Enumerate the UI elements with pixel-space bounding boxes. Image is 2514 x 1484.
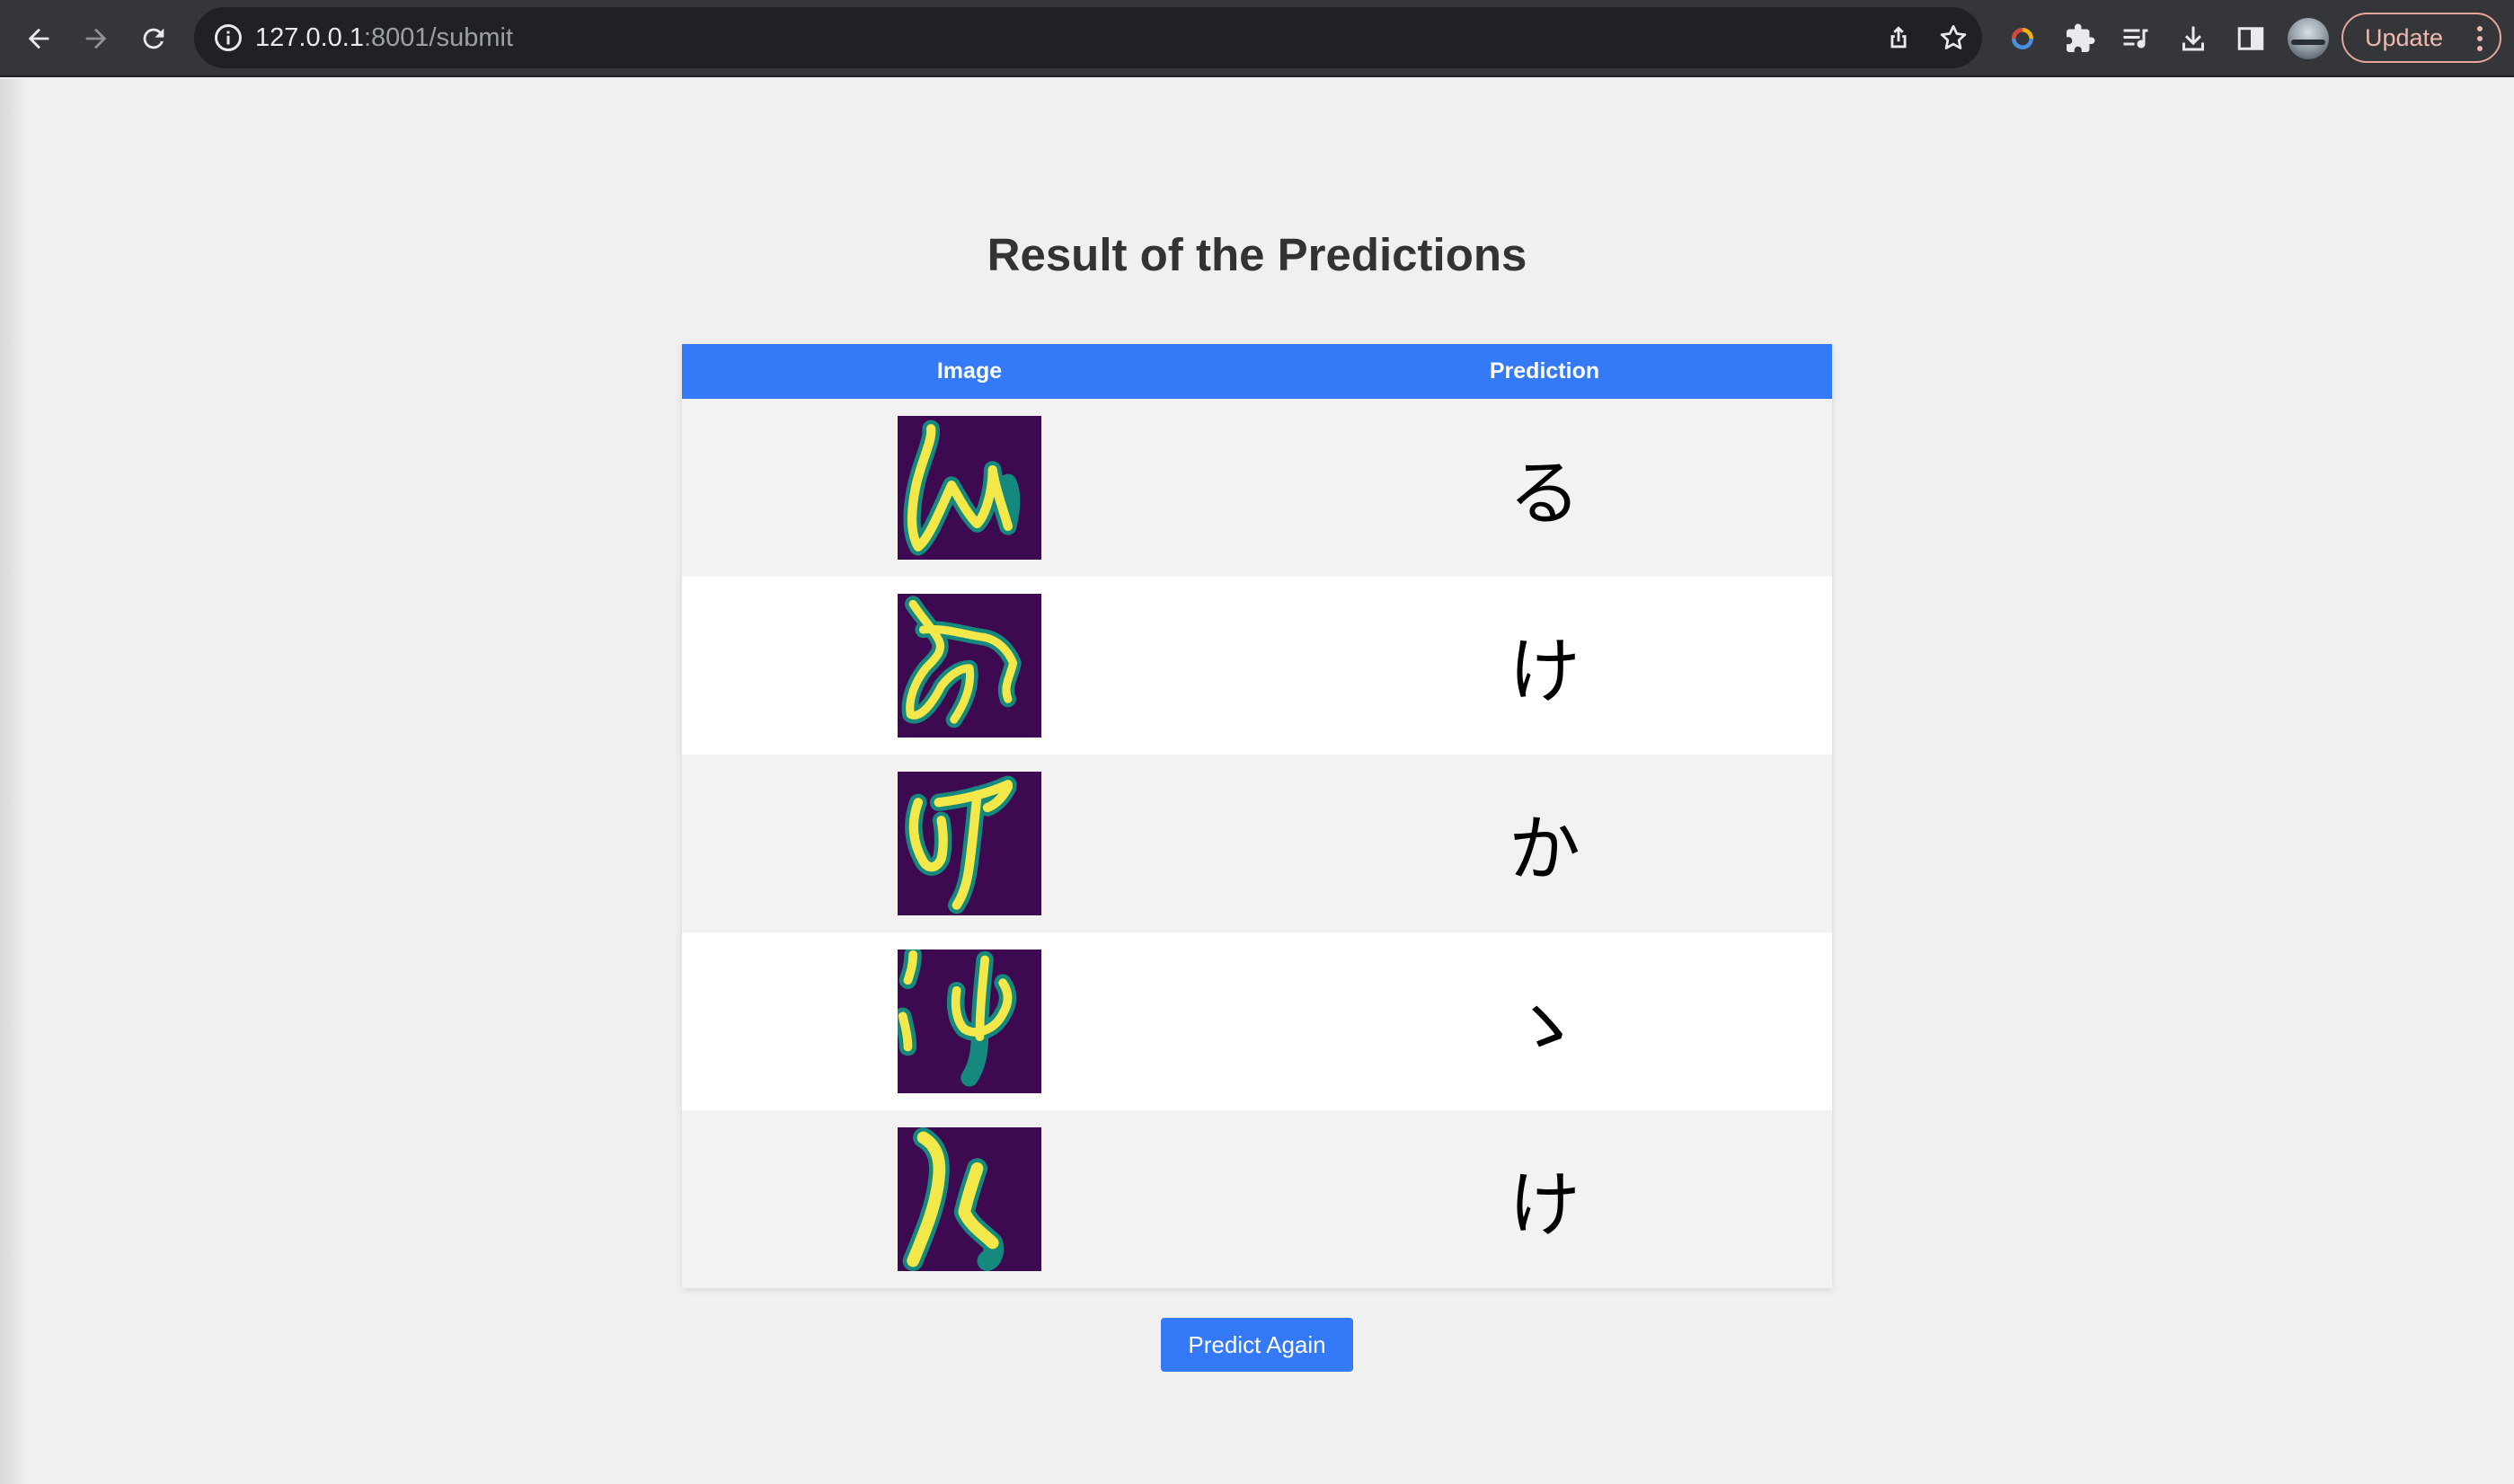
table-row: ゝ	[682, 932, 1832, 1110]
back-arrow-icon	[28, 28, 49, 49]
info-icon[interactable]	[212, 22, 244, 54]
share-icon[interactable]	[1883, 22, 1914, 53]
column-header-prediction: Prediction	[1257, 344, 1832, 399]
page-edge-shadow	[0, 79, 27, 1484]
reload-button[interactable]	[131, 16, 176, 61]
page-title: Result of the Predictions	[987, 229, 1527, 280]
update-button[interactable]: Update	[2341, 13, 2501, 63]
table-header-row: Image Prediction	[682, 344, 1832, 399]
side-panel-icon	[2237, 27, 2264, 50]
url-path: :8001/submit	[363, 23, 513, 52]
downloads-button[interactable]	[2174, 20, 2212, 57]
prediction-cell: る	[1257, 399, 1832, 577]
download-icon	[2182, 26, 2204, 51]
url-text[interactable]: 127.0.0.1:8001/submit	[255, 7, 513, 68]
forward-button[interactable]	[74, 16, 119, 61]
avatar[interactable]	[2288, 18, 2329, 59]
prediction-label: け	[1509, 1163, 1580, 1247]
character-image	[898, 594, 1041, 738]
bookmark-star-icon[interactable]	[1937, 22, 1970, 54]
url-host: 127.0.0.1	[255, 23, 364, 52]
character-image	[898, 416, 1041, 560]
update-label: Update	[2365, 23, 2444, 51]
extension-color-button[interactable]	[2004, 20, 2041, 57]
prediction-cell: け	[1257, 577, 1832, 755]
character-image	[898, 950, 1041, 1093]
forward-arrow-icon	[85, 28, 107, 49]
character-image	[898, 772, 1041, 915]
address-bar[interactable]: 127.0.0.1:8001/submit	[194, 7, 1982, 68]
puzzle-icon	[2067, 23, 2095, 52]
image-cell	[682, 577, 1257, 755]
extension-color-icon	[2012, 28, 2033, 49]
media-queue-icon	[2123, 29, 2148, 49]
image-cell	[682, 755, 1257, 932]
table-row: け	[682, 577, 1832, 755]
prediction-cell: か	[1257, 755, 1832, 932]
table-row: る	[682, 399, 1832, 577]
prediction-label: け	[1509, 630, 1580, 713]
image-cell	[682, 399, 1257, 577]
image-cell	[682, 932, 1257, 1110]
character-image	[898, 1127, 1041, 1271]
table-row: か	[682, 755, 1832, 932]
prediction-cell: ゝ	[1257, 932, 1832, 1110]
menu-dots-icon[interactable]	[2476, 25, 2483, 52]
prediction-label: ゝ	[1509, 985, 1580, 1069]
back-button[interactable]	[16, 16, 61, 61]
predict-again-button[interactable]: Predict Again	[1161, 1318, 1353, 1372]
prediction-cell: け	[1257, 1110, 1832, 1288]
browser-toolbar: 127.0.0.1:8001/submit Update	[0, 0, 2514, 77]
image-cell	[682, 1110, 1257, 1288]
table-row: け	[682, 1110, 1832, 1288]
column-header-image: Image	[682, 344, 1257, 399]
side-panel-button[interactable]	[2232, 20, 2270, 57]
prediction-label: る	[1509, 452, 1580, 535]
prediction-label: か	[1509, 808, 1580, 891]
media-queue-button[interactable]	[2117, 20, 2155, 57]
extensions-button[interactable]	[2061, 20, 2099, 57]
predictions-table: Image Prediction る け か ゝ け	[682, 344, 1832, 1288]
reload-icon	[143, 28, 164, 49]
